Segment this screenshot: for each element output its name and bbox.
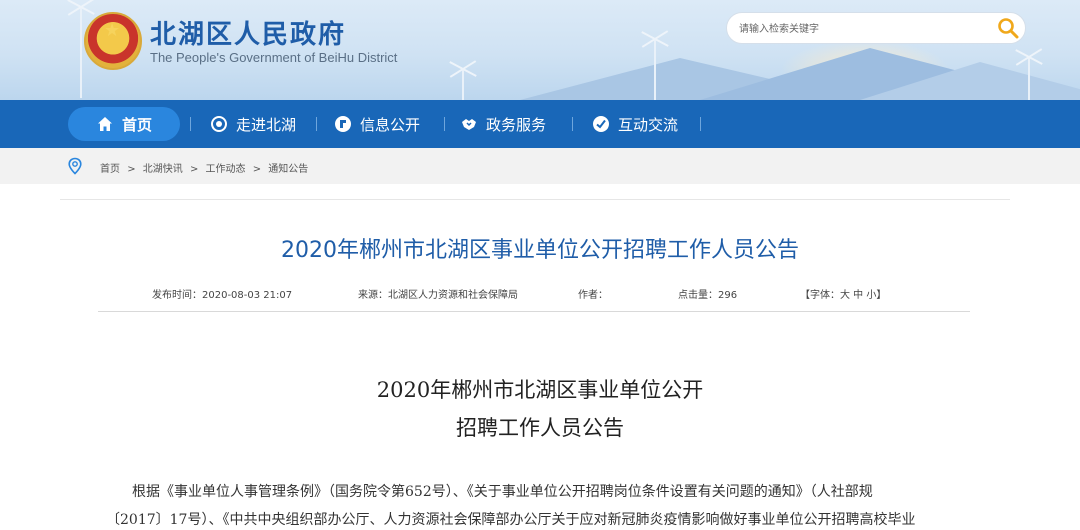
nav-item-about[interactable]: 走进北湖 <box>210 100 296 148</box>
breadcrumb-news[interactable]: 北湖快讯 <box>143 164 183 175</box>
nav-divider <box>572 117 573 131</box>
target-icon <box>211 116 227 132</box>
body-title-line: 2020年郴州市北湖区事业单位公开 <box>376 378 704 402</box>
breadcrumb-separator: > <box>189 164 199 175</box>
nav-item-home[interactable]: 首页 <box>96 100 152 148</box>
info-icon <box>335 116 351 132</box>
article-source: 来源：北湖区人力资源和社会保障局 <box>358 290 518 301</box>
nav-divider <box>700 117 701 131</box>
breadcrumb-work-updates[interactable]: 工作动态 <box>206 164 246 175</box>
banner-mountain <box>860 62 1080 100</box>
search-box <box>726 12 1026 44</box>
wind-turbine-decoration <box>1028 58 1030 100</box>
nav-item-interaction[interactable]: 互动交流 <box>592 100 678 148</box>
hit-count: 点击量：296 <box>678 290 738 301</box>
main-nav: 首页 走进北湖 信息公开 政务服务 互动交流 <box>0 100 1080 148</box>
body-title-line: 招聘工作人员公告 <box>456 416 624 440</box>
search-input[interactable] <box>739 21 979 37</box>
article-title: 2020年郴州市北湖区事业单位公开招聘工作人员公告 <box>281 238 799 263</box>
home-icon <box>98 117 112 131</box>
publish-time: 发布时间：2020-08-03 21:07 <box>152 290 293 301</box>
check-icon <box>593 116 609 132</box>
divider <box>60 199 1010 200</box>
paragraph-line: 根据《事业单位人事管理条例》（国务院令第652号）、《关于事业单位公开招聘岗位条… <box>132 484 873 500</box>
paragraph-line: 〔2017〕17号）、《中共中央组织部办公厅、人力资源社会保障部办公厅关于应对新… <box>106 512 916 528</box>
breadcrumb: 首页 > 北湖快讯 > 工作动态 > 通知公告 <box>100 160 312 175</box>
breadcrumb-notices[interactable]: 通知公告 <box>268 164 308 175</box>
divider <box>98 311 970 312</box>
emblem-star-icon: ★ <box>104 20 121 41</box>
location-pin-icon <box>68 157 82 175</box>
wind-turbine-decoration <box>462 70 464 100</box>
font-size-switcher[interactable]: 【字体：大 中 小】 <box>800 286 886 301</box>
nav-divider <box>444 117 445 131</box>
nav-divider <box>316 117 317 131</box>
wind-turbine-decoration <box>654 40 656 100</box>
nav-label: 首页 <box>122 115 153 134</box>
breadcrumb-separator: > <box>127 164 136 175</box>
nav-divider <box>190 117 191 131</box>
breadcrumb-home[interactable]: 首页 <box>100 164 120 175</box>
search-icon[interactable] <box>996 16 1020 40</box>
nav-label: 信息公开 <box>360 115 421 134</box>
breadcrumb-separator: > <box>252 164 262 175</box>
wind-turbine-decoration <box>80 8 82 98</box>
site-subtitle: The People's Government of BeiHu Distric… <box>150 50 398 65</box>
article-author: 作者： <box>578 290 608 301</box>
nav-label: 政务服务 <box>486 115 547 134</box>
nav-item-gov-services[interactable]: 政务服务 <box>460 100 546 148</box>
handshake-icon <box>462 119 476 130</box>
nav-item-info-disclosure[interactable]: 信息公开 <box>334 100 420 148</box>
nav-label: 走进北湖 <box>236 115 297 134</box>
site-title[interactable]: 北湖区人民政府 <box>150 14 346 51</box>
nav-label: 互动交流 <box>618 115 679 134</box>
